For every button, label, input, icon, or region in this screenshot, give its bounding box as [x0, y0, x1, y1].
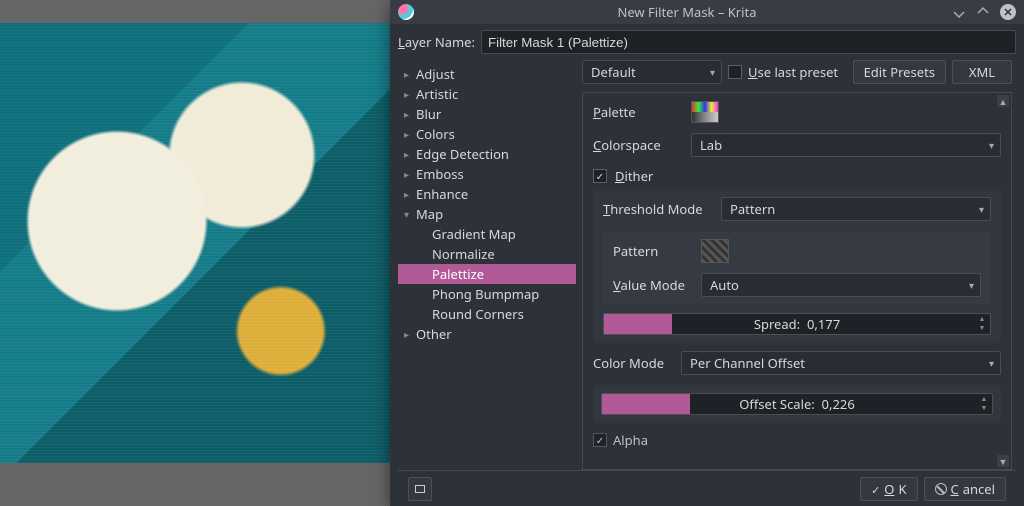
new-filter-mask-dialog: New Filter Mask – Krita ✕ Layer Name: Ad…	[390, 0, 1024, 506]
check-icon	[871, 480, 880, 498]
color-mode-group: Offset Scale: 0,226 ▲▼	[593, 385, 1001, 423]
preview-toggle-button[interactable]	[408, 477, 432, 501]
xml-button[interactable]: XML	[952, 60, 1012, 84]
tree-item-palettize[interactable]: Palettize	[398, 264, 576, 284]
dither-label: Dither	[615, 167, 653, 185]
spin-down-icon[interactable]: ▼	[977, 404, 991, 413]
filter-category-tree[interactable]: Adjust Artistic Blur Colors Edge Detecti…	[398, 60, 576, 470]
threshold-mode-combo[interactable]: Pattern	[721, 197, 991, 221]
tree-item[interactable]: Blur	[398, 104, 576, 124]
tree-item[interactable]: Colors	[398, 124, 576, 144]
threshold-mode-label: Threshold Mode	[603, 200, 713, 218]
tree-item[interactable]: Round Corners	[398, 304, 576, 324]
pattern-swatch-button[interactable]	[701, 239, 729, 263]
spin-up-icon[interactable]: ▲	[975, 315, 989, 324]
layer-name-label: Layer Name:	[398, 33, 475, 51]
cancel-icon	[935, 483, 947, 495]
ok-button[interactable]: OK	[860, 477, 917, 501]
colorspace-combo[interactable]: Lab	[691, 133, 1001, 157]
color-mode-label: Color Mode	[593, 354, 673, 372]
tree-item[interactable]: Emboss	[398, 164, 576, 184]
colorspace-label: Colorspace	[593, 136, 683, 154]
canvas-preview	[0, 23, 390, 463]
rectangle-icon	[415, 485, 425, 493]
titlebar: New Filter Mask – Krita ✕	[390, 0, 1024, 24]
color-mode-combo[interactable]: Per Channel Offset	[681, 351, 1001, 375]
close-icon[interactable]: ✕	[1000, 4, 1016, 20]
palette-swatch-button[interactable]	[691, 101, 719, 123]
tree-item[interactable]: Artistic	[398, 84, 576, 104]
filter-settings-panel: ▲ ▼ Palette Colorspace Lab ✓ Dither	[582, 92, 1012, 470]
layer-name-input[interactable]	[481, 30, 1016, 54]
offset-scale-slider[interactable]: Offset Scale: 0,226 ▲▼	[601, 393, 993, 415]
dither-checkbox[interactable]: ✓	[593, 169, 607, 183]
spin-up-icon[interactable]: ▲	[977, 395, 991, 404]
value-mode-label: Value Mode	[613, 276, 693, 294]
pattern-label: Pattern	[613, 242, 693, 260]
scroll-up-icon[interactable]: ▲	[997, 95, 1009, 107]
value-mode-combo[interactable]: Auto	[701, 273, 981, 297]
tree-item[interactable]: Enhance	[398, 184, 576, 204]
krita-app-icon	[398, 4, 414, 20]
dither-group: Threshold Mode Pattern Pattern Value Mod…	[593, 189, 1001, 343]
palette-label: Palette	[593, 103, 683, 121]
scroll-down-icon[interactable]: ▼	[997, 455, 1009, 467]
tree-item[interactable]: Adjust	[398, 64, 576, 84]
edit-presets-button[interactable]: Edit Presets	[853, 60, 946, 84]
window-title: New Filter Mask – Krita	[422, 3, 952, 21]
alpha-checkbox[interactable]: ✓	[593, 433, 607, 447]
spread-slider[interactable]: Spread: 0,177 ▲▼	[603, 313, 991, 335]
alpha-label: Alpha	[613, 431, 648, 449]
tree-item[interactable]: Gradient Map	[398, 224, 576, 244]
maximize-icon[interactable]	[976, 5, 990, 19]
tree-item[interactable]: Other	[398, 324, 576, 344]
tree-item[interactable]: Phong Bumpmap	[398, 284, 576, 304]
use-last-preset-label: Use last preset	[748, 63, 838, 81]
cancel-button[interactable]: Cancel	[924, 477, 1006, 501]
tree-item-map[interactable]: Map	[398, 204, 576, 224]
minimize-icon[interactable]	[952, 5, 966, 19]
preset-combo[interactable]: Default	[582, 60, 722, 84]
tree-item[interactable]: Normalize	[398, 244, 576, 264]
spin-down-icon[interactable]: ▼	[975, 324, 989, 333]
use-last-preset-checkbox[interactable]	[728, 65, 742, 79]
tree-item[interactable]: Edge Detection	[398, 144, 576, 164]
